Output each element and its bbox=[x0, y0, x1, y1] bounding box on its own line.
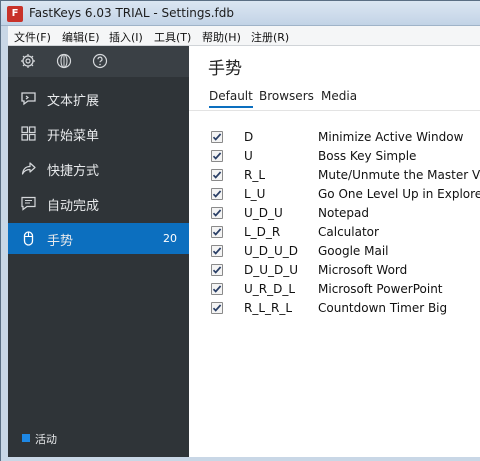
shortcut-icon bbox=[20, 160, 37, 177]
menu-insert[interactable]: 插入(I) bbox=[109, 29, 143, 45]
enabled-checkbox[interactable] bbox=[211, 131, 223, 143]
main-panel: 手势 Default Browsers Media D Minimize Acti… bbox=[189, 46, 480, 457]
tab-browsers[interactable]: Browsers bbox=[259, 89, 314, 103]
sidebar-item-label: 开始菜单 bbox=[47, 129, 100, 144]
gesture-action: Microsoft PowerPoint bbox=[318, 282, 443, 296]
gesture-pattern: U_R_D_L bbox=[244, 282, 296, 296]
gesture-action: Calculator bbox=[318, 225, 379, 239]
sidebar-toolbar bbox=[8, 46, 189, 77]
gesture-action: Go One Level Up in Explorer bbox=[318, 187, 480, 201]
menu-register[interactable]: 注册(R) bbox=[251, 29, 289, 45]
status-dot-icon bbox=[22, 434, 30, 442]
enabled-checkbox[interactable] bbox=[211, 302, 223, 314]
menu-bar: 文件(F) 编辑(E) 插入(I) 工具(T) 帮助(H) 注册(R) bbox=[8, 26, 480, 46]
status-label: 活动 bbox=[35, 433, 57, 446]
enabled-checkbox[interactable] bbox=[211, 226, 223, 238]
sidebar-item-gestures[interactable]: 手势 20 bbox=[8, 223, 189, 254]
gesture-pattern: U_D_U_D bbox=[244, 244, 299, 258]
sidebar-item-label: 自动完成 bbox=[47, 199, 100, 214]
enabled-checkbox[interactable] bbox=[211, 169, 223, 181]
sidebar-item-shortcuts[interactable]: 快捷方式 bbox=[8, 153, 189, 184]
sidebar-item-autocomplete[interactable]: 自动完成 bbox=[8, 188, 189, 219]
enabled-checkbox[interactable] bbox=[211, 245, 223, 257]
mouse-icon bbox=[20, 230, 37, 247]
enabled-checkbox[interactable] bbox=[211, 264, 223, 276]
table-row[interactable]: D Minimize Active Window bbox=[189, 128, 480, 147]
table-row[interactable]: U_D_U Notepad bbox=[189, 204, 480, 223]
gesture-action: Google Mail bbox=[318, 244, 389, 258]
sidebar-item-text-expand[interactable]: 文本扩展 bbox=[8, 83, 189, 114]
gesture-action: Boss Key Simple bbox=[318, 149, 417, 163]
globe-icon[interactable] bbox=[56, 53, 72, 69]
menu-edit[interactable]: 编辑(E) bbox=[62, 29, 100, 45]
gesture-pattern: L_D_R bbox=[244, 225, 281, 239]
gesture-action: Notepad bbox=[318, 206, 369, 220]
tab-default[interactable]: Default bbox=[209, 89, 253, 108]
page-title: 手势 bbox=[208, 59, 242, 79]
window-bottom-border bbox=[1, 457, 480, 461]
enabled-checkbox[interactable] bbox=[211, 150, 223, 162]
gesture-action: Countdown Timer Big bbox=[318, 301, 448, 315]
gear-icon[interactable] bbox=[20, 53, 36, 69]
table-row[interactable]: D_U_D_U Microsoft Word bbox=[189, 261, 480, 280]
menu-help[interactable]: 帮助(H) bbox=[202, 29, 241, 45]
table-row[interactable]: L_D_R Calculator bbox=[189, 223, 480, 242]
enabled-checkbox[interactable] bbox=[211, 207, 223, 219]
autocomplete-icon bbox=[20, 195, 37, 212]
table-row[interactable]: R_L Mute/Unmute the Master Volum bbox=[189, 166, 480, 185]
enabled-checkbox[interactable] bbox=[211, 188, 223, 200]
sidebar-item-label: 文本扩展 bbox=[47, 94, 100, 109]
start-menu-icon bbox=[20, 125, 37, 142]
gesture-action: Mute/Unmute the Master Volum bbox=[318, 168, 480, 182]
sidebar-item-label: 快捷方式 bbox=[47, 164, 100, 179]
gesture-pattern: U bbox=[244, 149, 253, 163]
table-row[interactable]: U_D_U_D Google Mail bbox=[189, 242, 480, 261]
sidebar-item-label: 手势 bbox=[47, 234, 74, 249]
enabled-checkbox[interactable] bbox=[211, 283, 223, 295]
help-icon[interactable] bbox=[92, 53, 108, 69]
gesture-pattern: D_U_D_U bbox=[244, 263, 299, 277]
table-row[interactable]: U Boss Key Simple bbox=[189, 147, 480, 166]
table-row[interactable]: U_R_D_L Microsoft PowerPoint bbox=[189, 280, 480, 299]
tab-media[interactable]: Media bbox=[321, 89, 357, 103]
sidebar: 文本扩展 开始菜单 快捷方式 自动完成 手势 20 活动 bbox=[8, 46, 189, 457]
app-logo-icon: F bbox=[7, 6, 23, 22]
window-title: FastKeys 6.03 TRIAL - Settings.fdb bbox=[29, 6, 235, 20]
gesture-action: Minimize Active Window bbox=[318, 130, 464, 144]
gesture-pattern: R_L bbox=[244, 168, 266, 182]
gesture-pattern: R_L_R_L bbox=[244, 301, 293, 315]
sidebar-item-start-menu[interactable]: 开始菜单 bbox=[8, 118, 189, 149]
gesture-pattern: D bbox=[244, 130, 254, 144]
menu-file[interactable]: 文件(F) bbox=[14, 29, 51, 45]
gesture-pattern: U_D_U bbox=[244, 206, 283, 220]
gesture-action: Microsoft Word bbox=[318, 263, 408, 277]
tab-bar: Default Browsers Media bbox=[189, 87, 480, 111]
text-expand-icon bbox=[20, 90, 37, 107]
table-row[interactable]: R_L_R_L Countdown Timer Big bbox=[189, 299, 480, 318]
menu-tools[interactable]: 工具(T) bbox=[154, 29, 191, 45]
app-window: F FastKeys 6.03 TRIAL - Settings.fdb 文件(… bbox=[0, 0, 480, 461]
title-bar[interactable]: F FastKeys 6.03 TRIAL - Settings.fdb bbox=[1, 1, 480, 26]
gesture-count-badge: 20 bbox=[163, 232, 177, 245]
gesture-pattern: L_U bbox=[244, 187, 266, 201]
table-row[interactable]: L_U Go One Level Up in Explorer bbox=[189, 185, 480, 204]
